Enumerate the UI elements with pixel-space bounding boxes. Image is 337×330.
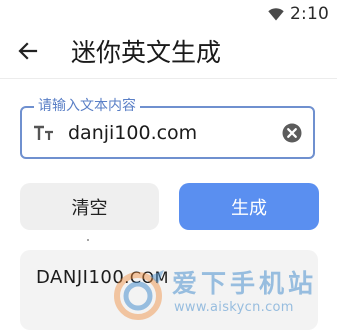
page-title: 迷你英文生成 [71,38,222,67]
back-button[interactable] [14,39,42,67]
result-text-large: DANJI100 [36,267,125,288]
app-bar-divider [0,78,337,79]
app-bar: 迷你英文生成 [0,28,337,78]
arrow-left-icon [18,42,38,64]
wifi-icon [268,7,284,21]
input-label: 请输入文本内容 [34,97,140,115]
result-card: DANJI100.COM [20,250,318,330]
status-time: 2:10 [290,4,329,24]
generate-button[interactable]: 生成 [179,183,319,230]
text-size-icon [33,125,57,143]
status-bar-right: 2:10 [268,2,329,26]
clear-button[interactable]: 清空 [20,183,159,230]
status-bar: 2:10 [0,0,337,28]
stray-dot [87,239,89,241]
clear-circle-icon[interactable] [282,123,302,143]
text-input[interactable] [68,120,268,146]
result-text-small: .COM [124,268,169,287]
result-text: DANJI100.COM [36,266,169,290]
text-input-field[interactable]: 请输入文本内容 [20,97,315,159]
